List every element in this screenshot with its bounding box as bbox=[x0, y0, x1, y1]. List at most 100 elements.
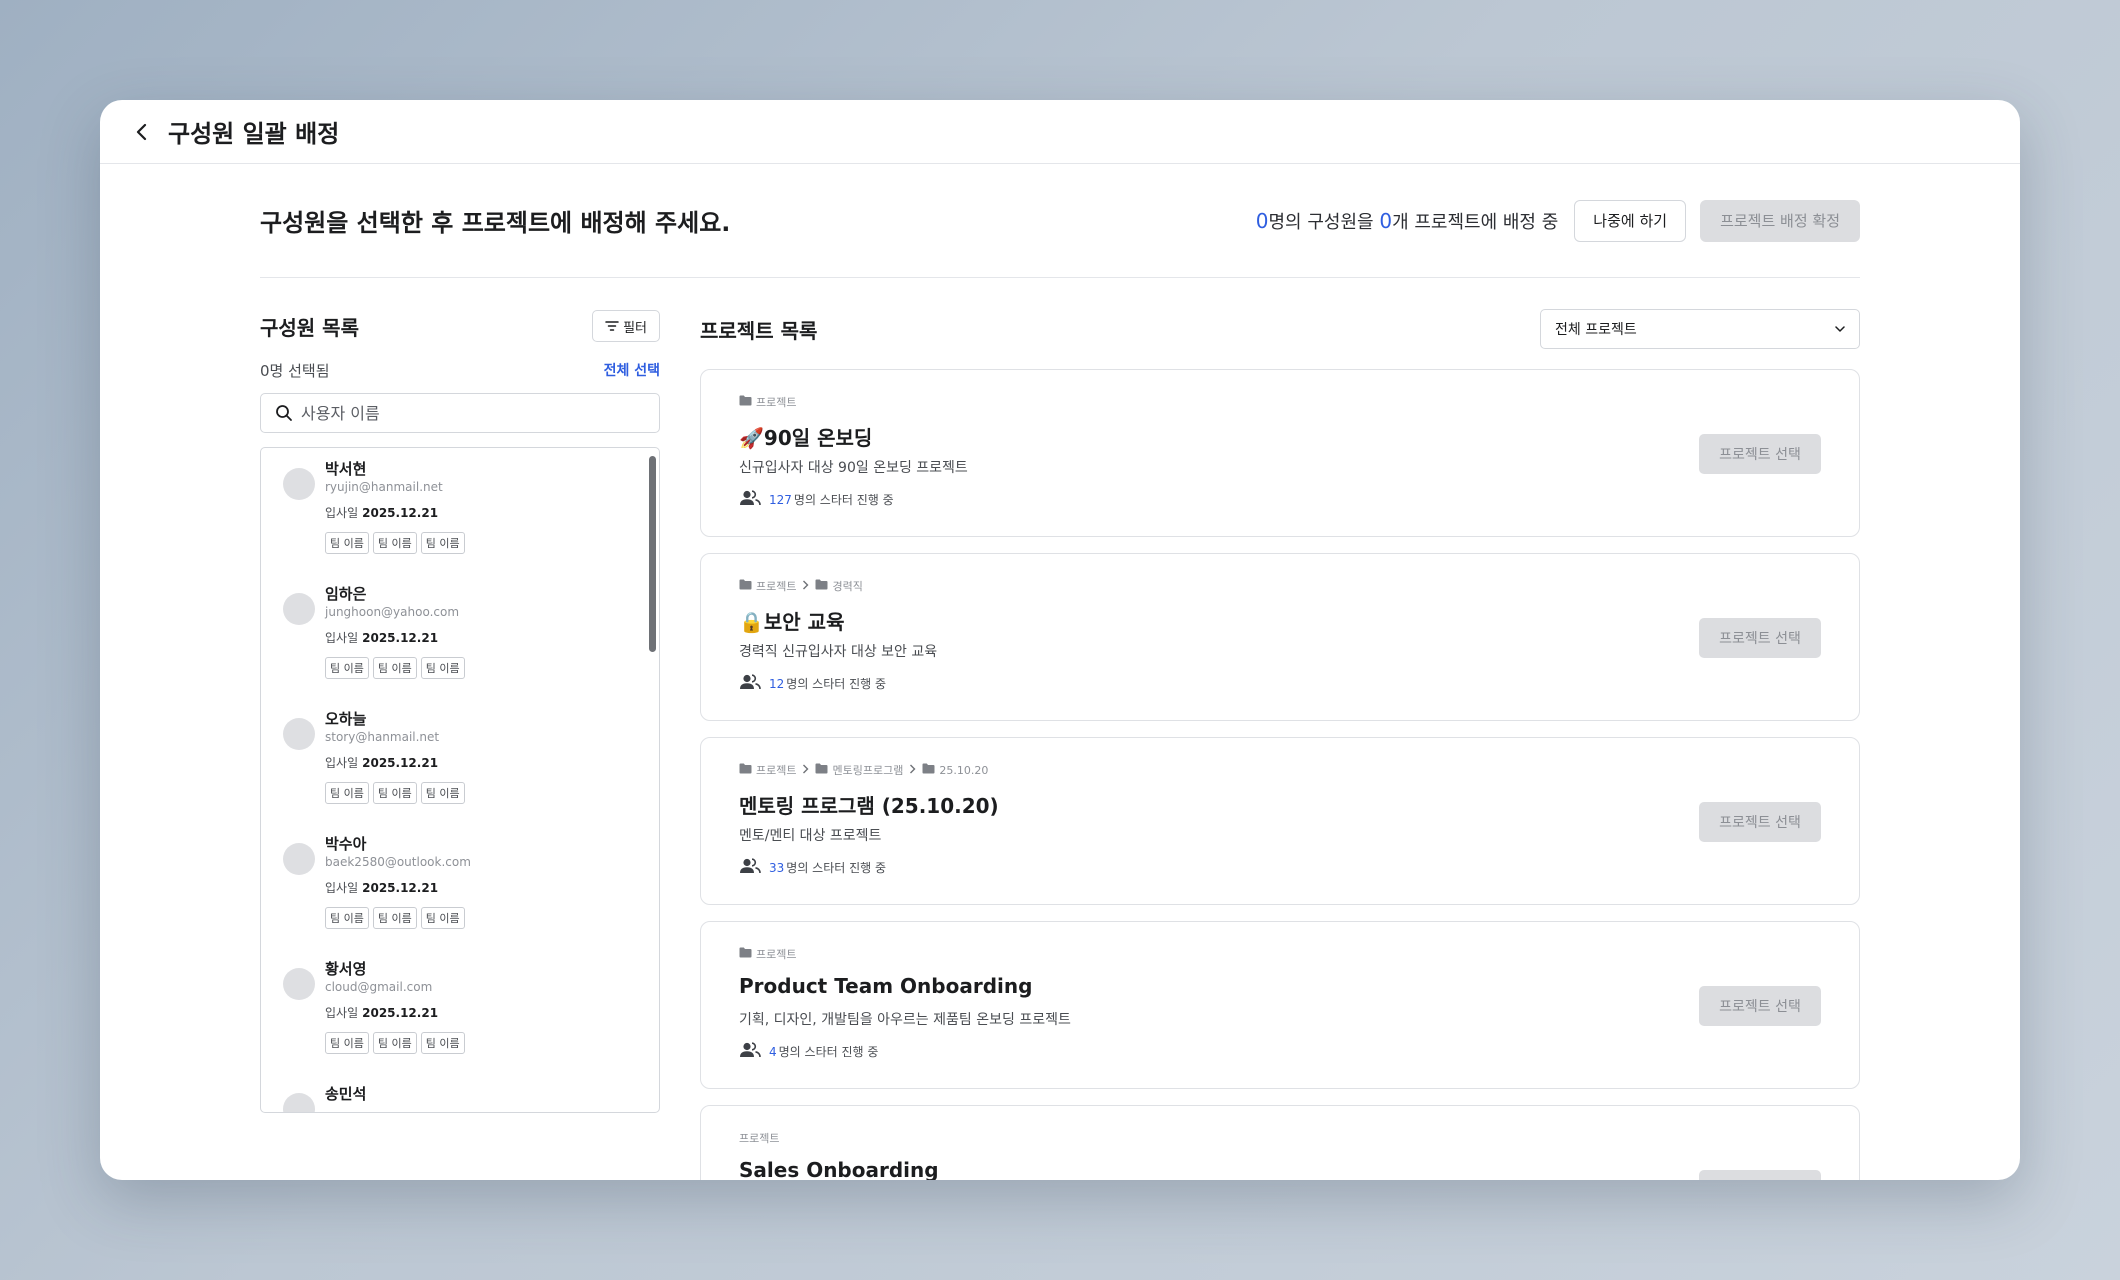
member-email: junghoon@yahoo.com bbox=[325, 605, 460, 619]
avatar bbox=[283, 593, 315, 625]
headline: 구성원을 선택한 후 프로젝트에 배정해 주세요. bbox=[260, 209, 731, 237]
project-card: 프로젝트 Product Team Onboarding 기획, 디자인, 개발팀을… bbox=[700, 921, 1860, 1089]
team-tags: 팀 이름 팀 이름 팀 이름 bbox=[325, 1032, 613, 1054]
team-tag: 팀 이름 bbox=[420, 782, 465, 804]
project-card: 프로젝트 경력직 🔒보안 교육 경력직 신규입사자 대상 보안 교육 12 명의 스타터 … bbox=[700, 553, 1860, 721]
project-title-text: Product Team Onboarding bbox=[739, 974, 1033, 998]
project-title-text: 멘토링 프로그램 (25.10.20) bbox=[739, 794, 999, 818]
top-bar: 구성원 일괄 배정 bbox=[100, 100, 2020, 164]
users-icon bbox=[739, 1042, 761, 1061]
team-tag: 팀 이름 bbox=[325, 907, 369, 929]
chevron-right-icon bbox=[909, 764, 916, 777]
member-count-suffix: 명의 구성원을 bbox=[1268, 211, 1374, 233]
starter-count-value: 33 bbox=[769, 860, 785, 875]
select-project-button[interactable]: 프로젝트 선택 bbox=[1699, 802, 1821, 842]
filter-button[interactable]: 필터 bbox=[592, 310, 660, 342]
join-label: 입사일 bbox=[325, 506, 359, 520]
member-name: 박서현 bbox=[325, 460, 367, 478]
chevron-left-icon bbox=[136, 123, 147, 140]
starter-count-value: 127 bbox=[769, 492, 792, 507]
select-project-button[interactable]: 프로젝트 선택 bbox=[1699, 986, 1821, 1026]
project-emoji: 🔒 bbox=[739, 610, 764, 634]
project-breadcrumb: 프로젝트 bbox=[739, 394, 796, 410]
starter-count: 33 명의 스타터 진행 중 bbox=[739, 858, 886, 877]
search-box[interactable] bbox=[260, 393, 660, 433]
starter-count: 4 명의 스타터 진행 중 bbox=[739, 1042, 878, 1061]
member-info: 송민석 bbox=[325, 1083, 613, 1103]
chevron-down-icon bbox=[1835, 325, 1845, 332]
team-tag: 팀 이름 bbox=[420, 657, 465, 679]
users-icon bbox=[739, 674, 761, 693]
folder-icon bbox=[922, 763, 935, 777]
member-email: story@hanmail.net bbox=[325, 730, 440, 744]
breadcrumb-item: 25.10.20 bbox=[939, 763, 989, 777]
member-item[interactable]: 박수아 baek2580@outlook.com 입사일 2025.12.21 팀 이름… bbox=[283, 833, 613, 929]
filter-icon bbox=[605, 321, 619, 331]
project-card: 프로젝트 🚀90일 온보딩 신규입사자 대상 90일 온보딩 프로젝트 127 명의 스… bbox=[700, 369, 1860, 537]
member-count: 0 bbox=[1255, 208, 1269, 233]
folder-icon bbox=[739, 395, 752, 409]
project-description: 기획, 디자인, 개발팀을 아우르는 제품팀 온보딩 프로젝트 bbox=[739, 1012, 1071, 1028]
starter-count-suffix: 명의 스타터 진행 중 bbox=[786, 677, 887, 691]
project-breadcrumb: 프로젝트 멘토링프로그램 25.10.20 bbox=[739, 762, 988, 778]
team-tag: 팀 이름 bbox=[420, 1032, 465, 1054]
avatar bbox=[283, 718, 315, 750]
member-name: 임하은 bbox=[325, 585, 367, 603]
folder-icon bbox=[739, 579, 752, 593]
team-tag: 팀 이름 bbox=[372, 782, 417, 804]
member-item[interactable]: 송민석 bbox=[283, 1083, 613, 1112]
main-content: 구성원을 선택한 후 프로젝트에 배정해 주세요. 0명의 구성원을 0개 프로… bbox=[260, 164, 1860, 1180]
project-title: 멘토링 프로그램 (25.10.20) bbox=[739, 790, 999, 819]
folder-icon bbox=[815, 579, 828, 593]
breadcrumb-item: 경력직 bbox=[832, 580, 863, 593]
search-input[interactable] bbox=[301, 403, 631, 423]
page-title: 구성원 일괄 배정 bbox=[168, 120, 340, 148]
avatar bbox=[283, 468, 315, 500]
folder-icon bbox=[739, 763, 752, 777]
join-date-value: 2025.12.21 bbox=[362, 1006, 439, 1020]
member-item[interactable]: 황서영 cloud@gmail.com 입사일 2025.12.21 팀 이름 팀 이름 팀… bbox=[283, 958, 613, 1054]
confirm-assign-button[interactable]: 프로젝트 배정 확정 bbox=[1700, 199, 1860, 242]
member-name: 박수아 bbox=[325, 835, 367, 853]
join-label: 입사일 bbox=[325, 1006, 359, 1020]
member-info: 박서현 ryujin@hanmail.net 입사일 2025.12.21 팀 이름 팀 … bbox=[325, 458, 613, 554]
select-all-link[interactable]: 전체 선택 bbox=[604, 360, 660, 380]
project-breadcrumb: 프로젝트 bbox=[739, 1130, 779, 1146]
project-title: 🔒보안 교육 bbox=[739, 606, 844, 635]
join-date-value: 2025.12.21 bbox=[362, 506, 439, 520]
member-item[interactable]: 오하늘 story@hanmail.net 입사일 2025.12.21 팀 이름 팀 이… bbox=[283, 708, 613, 804]
breadcrumb-item: 프로젝트 bbox=[756, 764, 797, 777]
member-join-date: 입사일 2025.12.21 bbox=[325, 504, 613, 520]
users-icon bbox=[739, 490, 761, 509]
team-tag: 팀 이름 bbox=[420, 532, 465, 554]
back-button[interactable] bbox=[128, 118, 156, 146]
assign-status: 0명의 구성원을 0개 프로젝트에 배정 중 bbox=[1256, 208, 1559, 234]
select-project-button[interactable]: 프로젝트 선택 bbox=[1699, 434, 1821, 474]
member-item[interactable]: 임하은 junghoon@yahoo.com 입사일 2025.12.21 팀 이름 팀 … bbox=[283, 583, 613, 679]
dropdown-value: 전체 프로젝트 bbox=[1555, 322, 1637, 338]
project-breadcrumb: 프로젝트 bbox=[739, 946, 796, 962]
later-button[interactable]: 나중에 하기 bbox=[1574, 199, 1687, 242]
member-name: 송민석 bbox=[325, 1085, 367, 1103]
join-date-value: 2025.12.21 bbox=[362, 631, 439, 645]
member-item[interactable]: 박서현 ryujin@hanmail.net 입사일 2025.12.21 팀 이름 팀 … bbox=[283, 458, 613, 554]
header-row: 구성원을 선택한 후 프로젝트에 배정해 주세요. 0명의 구성원을 0개 프로… bbox=[260, 164, 1860, 278]
breadcrumb-item: 프로젝트 bbox=[756, 396, 797, 409]
team-tag: 팀 이름 bbox=[325, 532, 369, 554]
projects-header: 프로젝트 목록 전체 프로젝트 bbox=[700, 309, 1860, 349]
project-title: Product Team Onboarding bbox=[739, 974, 1032, 998]
scrollbar[interactable] bbox=[649, 456, 656, 652]
select-project-button[interactable]: 프로젝트 선택 bbox=[1699, 618, 1821, 658]
join-date-value: 2025.12.21 bbox=[362, 881, 439, 895]
member-list[interactable]: 박서현 ryujin@hanmail.net 입사일 2025.12.21 팀 이름 팀 … bbox=[260, 447, 660, 1113]
members-title: 구성원 목록 bbox=[260, 315, 359, 340]
project-filter-dropdown[interactable]: 전체 프로젝트 bbox=[1540, 309, 1860, 349]
select-project-button[interactable]: 프로젝트 선택 bbox=[1699, 1170, 1821, 1180]
project-title: Sales Onboarding bbox=[739, 1158, 939, 1180]
projects-title: 프로젝트 목록 bbox=[700, 318, 818, 343]
members-panel: 구성원 목록 필터 0명 선택됨 전체 선택 박서현 ryujin@hanmail… bbox=[260, 309, 660, 1113]
member-email: cloud@gmail.com bbox=[325, 980, 433, 994]
project-description: 멘토/멘티 대상 프로젝트 bbox=[739, 828, 882, 844]
project-description: 신규입사자 대상 90일 온보딩 프로젝트 bbox=[739, 460, 968, 476]
member-name: 오하늘 bbox=[325, 710, 367, 728]
